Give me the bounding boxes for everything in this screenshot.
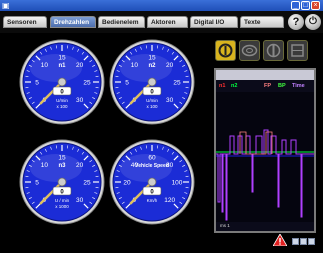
tab-sensoren[interactable]: Sensoren: [3, 16, 47, 28]
disc-control-button[interactable]: [239, 40, 260, 61]
signal-chart-panel: n1 n2 FP BP Time ms 1: [214, 68, 316, 233]
gauge-tick-label: 30: [76, 197, 84, 204]
gauge-unit: U / min: [55, 198, 70, 203]
gauge-n2: 051015202530n20U/minx 100: [108, 38, 196, 126]
view-button-2[interactable]: [300, 238, 307, 245]
gauge-title: n1: [58, 63, 66, 69]
tab-bedienelem[interactable]: Bedienelem: [98, 16, 145, 28]
gauge-tick-label: 10: [41, 162, 49, 169]
actuator-control-button[interactable]: [287, 40, 308, 61]
gauge-tick-label: 20: [76, 62, 84, 69]
view-button-1[interactable]: [292, 238, 299, 245]
view-button-3[interactable]: [308, 238, 315, 245]
gauge-tick-label: 5: [125, 80, 129, 87]
tab-texte[interactable]: Texte: [240, 16, 284, 28]
help-button[interactable]: ?: [288, 14, 304, 30]
close-button[interactable]: ×: [311, 1, 320, 10]
chart-x-label: ms 1: [220, 223, 230, 228]
legend-n1: n1: [219, 83, 226, 89]
gauge-tick-label: 30: [76, 97, 84, 104]
chart-view-buttons: [292, 238, 316, 245]
gauge-tick-label: 20: [166, 62, 174, 69]
gauge-n3: 051015202530n30U / minx 1000: [18, 138, 106, 226]
gauge-tick-label: 60: [148, 155, 156, 162]
actuator-icon: [291, 44, 304, 57]
gauge-unit: U/min: [146, 98, 158, 103]
gauge-hub: [57, 177, 67, 187]
gauge-n1: 051015202530n10U/minx 100: [18, 38, 106, 126]
app-icon[interactable]: ▣: [2, 1, 11, 10]
legend-fp: FP: [264, 83, 272, 89]
tab-aktoren[interactable]: Aktoren: [147, 16, 188, 28]
gauge-tick-label: 120: [164, 197, 175, 204]
maximize-button[interactable]: □: [301, 1, 310, 10]
disc-icon: [241, 44, 258, 57]
gauge-tick-label: 25: [83, 180, 91, 187]
title-bar: ▣ _ □ ×: [0, 0, 323, 11]
gauge-title: n3: [58, 163, 66, 169]
gauge-unit: U/min: [56, 98, 68, 103]
gear-control-button[interactable]: [215, 40, 236, 61]
power-button[interactable]: ⏻: [305, 14, 321, 30]
gauge-tick-label: 20: [76, 162, 84, 169]
gauge-tick-label: 10: [131, 62, 139, 69]
chart-header-bar: [216, 70, 314, 80]
gauge-tick-label: 5: [35, 80, 39, 87]
gauge-tick-label: 15: [148, 55, 156, 62]
gauge-tick-label: 15: [58, 55, 66, 62]
tab-digital-io[interactable]: Digital I/O: [190, 16, 238, 28]
gauge-tick-label: 30: [166, 97, 174, 104]
gauge-tick-label: 25: [173, 80, 181, 87]
gauge-title: Vehicle Speed: [135, 163, 169, 169]
gauge-unit: x 1000: [55, 204, 69, 209]
warning-icon[interactable]: [273, 234, 287, 246]
minimize-button[interactable]: _: [291, 1, 300, 10]
gauge-tick-label: 15: [58, 155, 66, 162]
sensor-icon: [266, 43, 281, 58]
gauge-unit: x 100: [146, 104, 158, 109]
gauge-hub: [147, 77, 157, 87]
gauge-tick-label: 10: [41, 62, 49, 69]
tab-drehzahlen[interactable]: Drehzahlen: [50, 16, 96, 28]
legend-bp: BP: [278, 83, 286, 89]
legend-n2: n2: [231, 83, 238, 89]
gauge-tick-label: 100: [172, 180, 183, 187]
gear-icon: [218, 43, 233, 58]
app-window: ▣ _ □ × Sensoren Drehzahlen Bedienelem A…: [0, 0, 323, 253]
legend-time: Time: [292, 83, 305, 89]
gauge-vehicle-speed: 020406080100120Vehicle Speed0Km/h: [108, 138, 196, 226]
gauge-hub: [57, 77, 67, 87]
chart-plot-area: [216, 92, 314, 222]
gauge-tick-label: 20: [123, 180, 131, 187]
gauge-tick-label: 5: [35, 180, 39, 187]
gauge-unit: x 100: [56, 104, 68, 109]
sensor-control-button[interactable]: [263, 40, 284, 61]
gauge-tick-label: 25: [83, 80, 91, 87]
chart-legend: n1 n2 FP BP Time: [216, 82, 314, 91]
gauge-title: n2: [148, 63, 156, 69]
gauge-unit: Km/h: [147, 198, 158, 203]
gauge-hub: [147, 177, 157, 187]
